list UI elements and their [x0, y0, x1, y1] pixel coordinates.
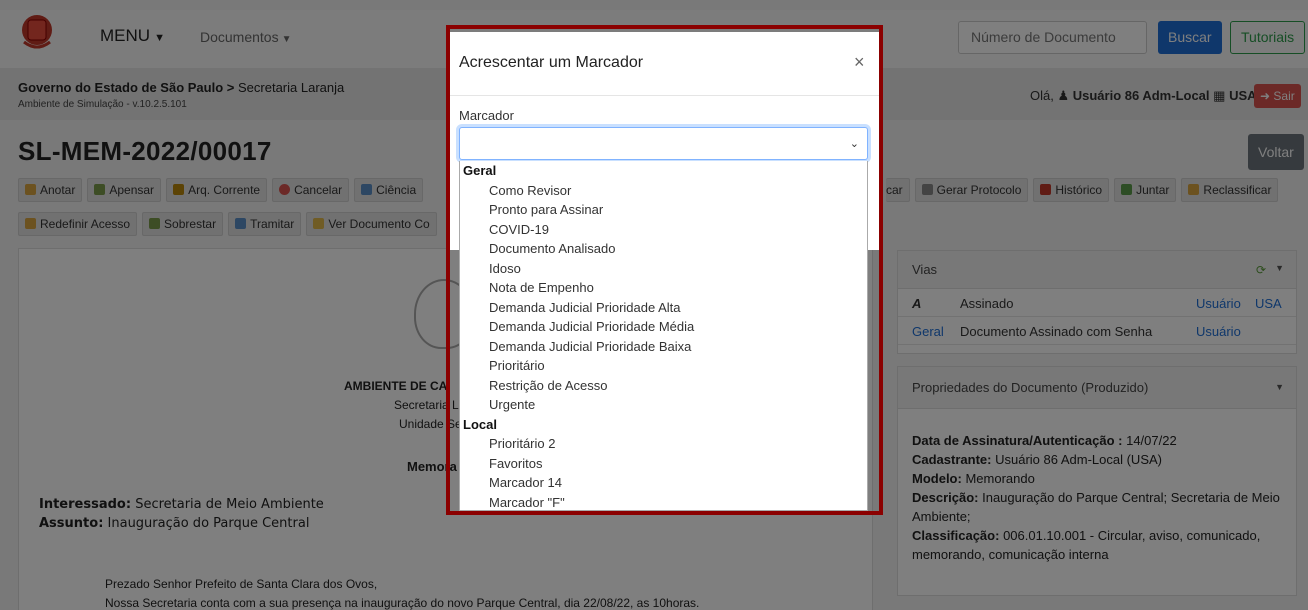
annotation-highlight-box	[446, 25, 883, 515]
